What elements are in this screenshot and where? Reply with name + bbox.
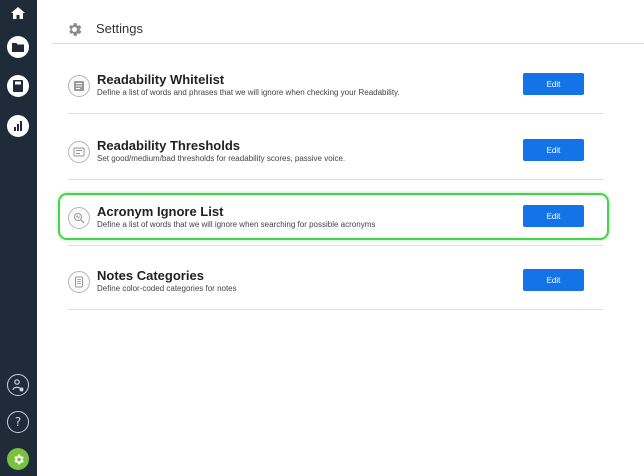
settings-row-readability-thresholds: Readability Thresholds Set good/medium/b… — [68, 136, 603, 180]
page-header: Settings — [52, 14, 644, 44]
settings-row-readability-whitelist: Readability Whitelist Define a list of w… — [68, 70, 603, 114]
setting-description: Define color-coded categories for notes — [97, 284, 237, 293]
save-icon[interactable] — [7, 75, 29, 97]
edit-button[interactable]: Edit — [523, 139, 584, 161]
list-icon — [68, 75, 90, 97]
setting-title: Notes Categories — [97, 268, 204, 283]
edit-button[interactable]: Edit — [523, 205, 584, 227]
home-icon[interactable] — [7, 2, 29, 24]
user-gear-icon[interactable] — [7, 374, 29, 396]
setting-description: Set good/medium/bad thresholds for reada… — [97, 154, 346, 163]
setting-title: Readability Thresholds — [97, 138, 241, 153]
folder-icon[interactable] — [7, 36, 29, 58]
help-icon[interactable]: ? — [7, 411, 29, 433]
gear-icon — [66, 21, 83, 43]
magnifier-icon — [68, 207, 90, 229]
sidebar: ? — [0, 0, 37, 476]
settings-row-notes-categories: Notes Categories Define color-coded cate… — [68, 266, 603, 310]
settings-row-acronym-ignore-list: Acronym Ignore List Define a list of wor… — [68, 202, 603, 246]
notes-icon — [68, 271, 90, 293]
edit-button[interactable]: Edit — [523, 269, 584, 291]
page-title: Settings — [96, 21, 143, 36]
setting-description: Define a list of words and phrases that … — [97, 88, 400, 97]
setting-title: Readability Whitelist — [97, 72, 225, 87]
setting-description: Define a list of words that we will igno… — [97, 220, 376, 229]
edit-button[interactable]: Edit — [523, 73, 584, 95]
bar-chart-icon[interactable] — [7, 115, 29, 137]
setting-title: Acronym Ignore List — [97, 204, 224, 219]
gear-icon[interactable] — [7, 448, 29, 470]
sliders-icon — [68, 141, 90, 163]
